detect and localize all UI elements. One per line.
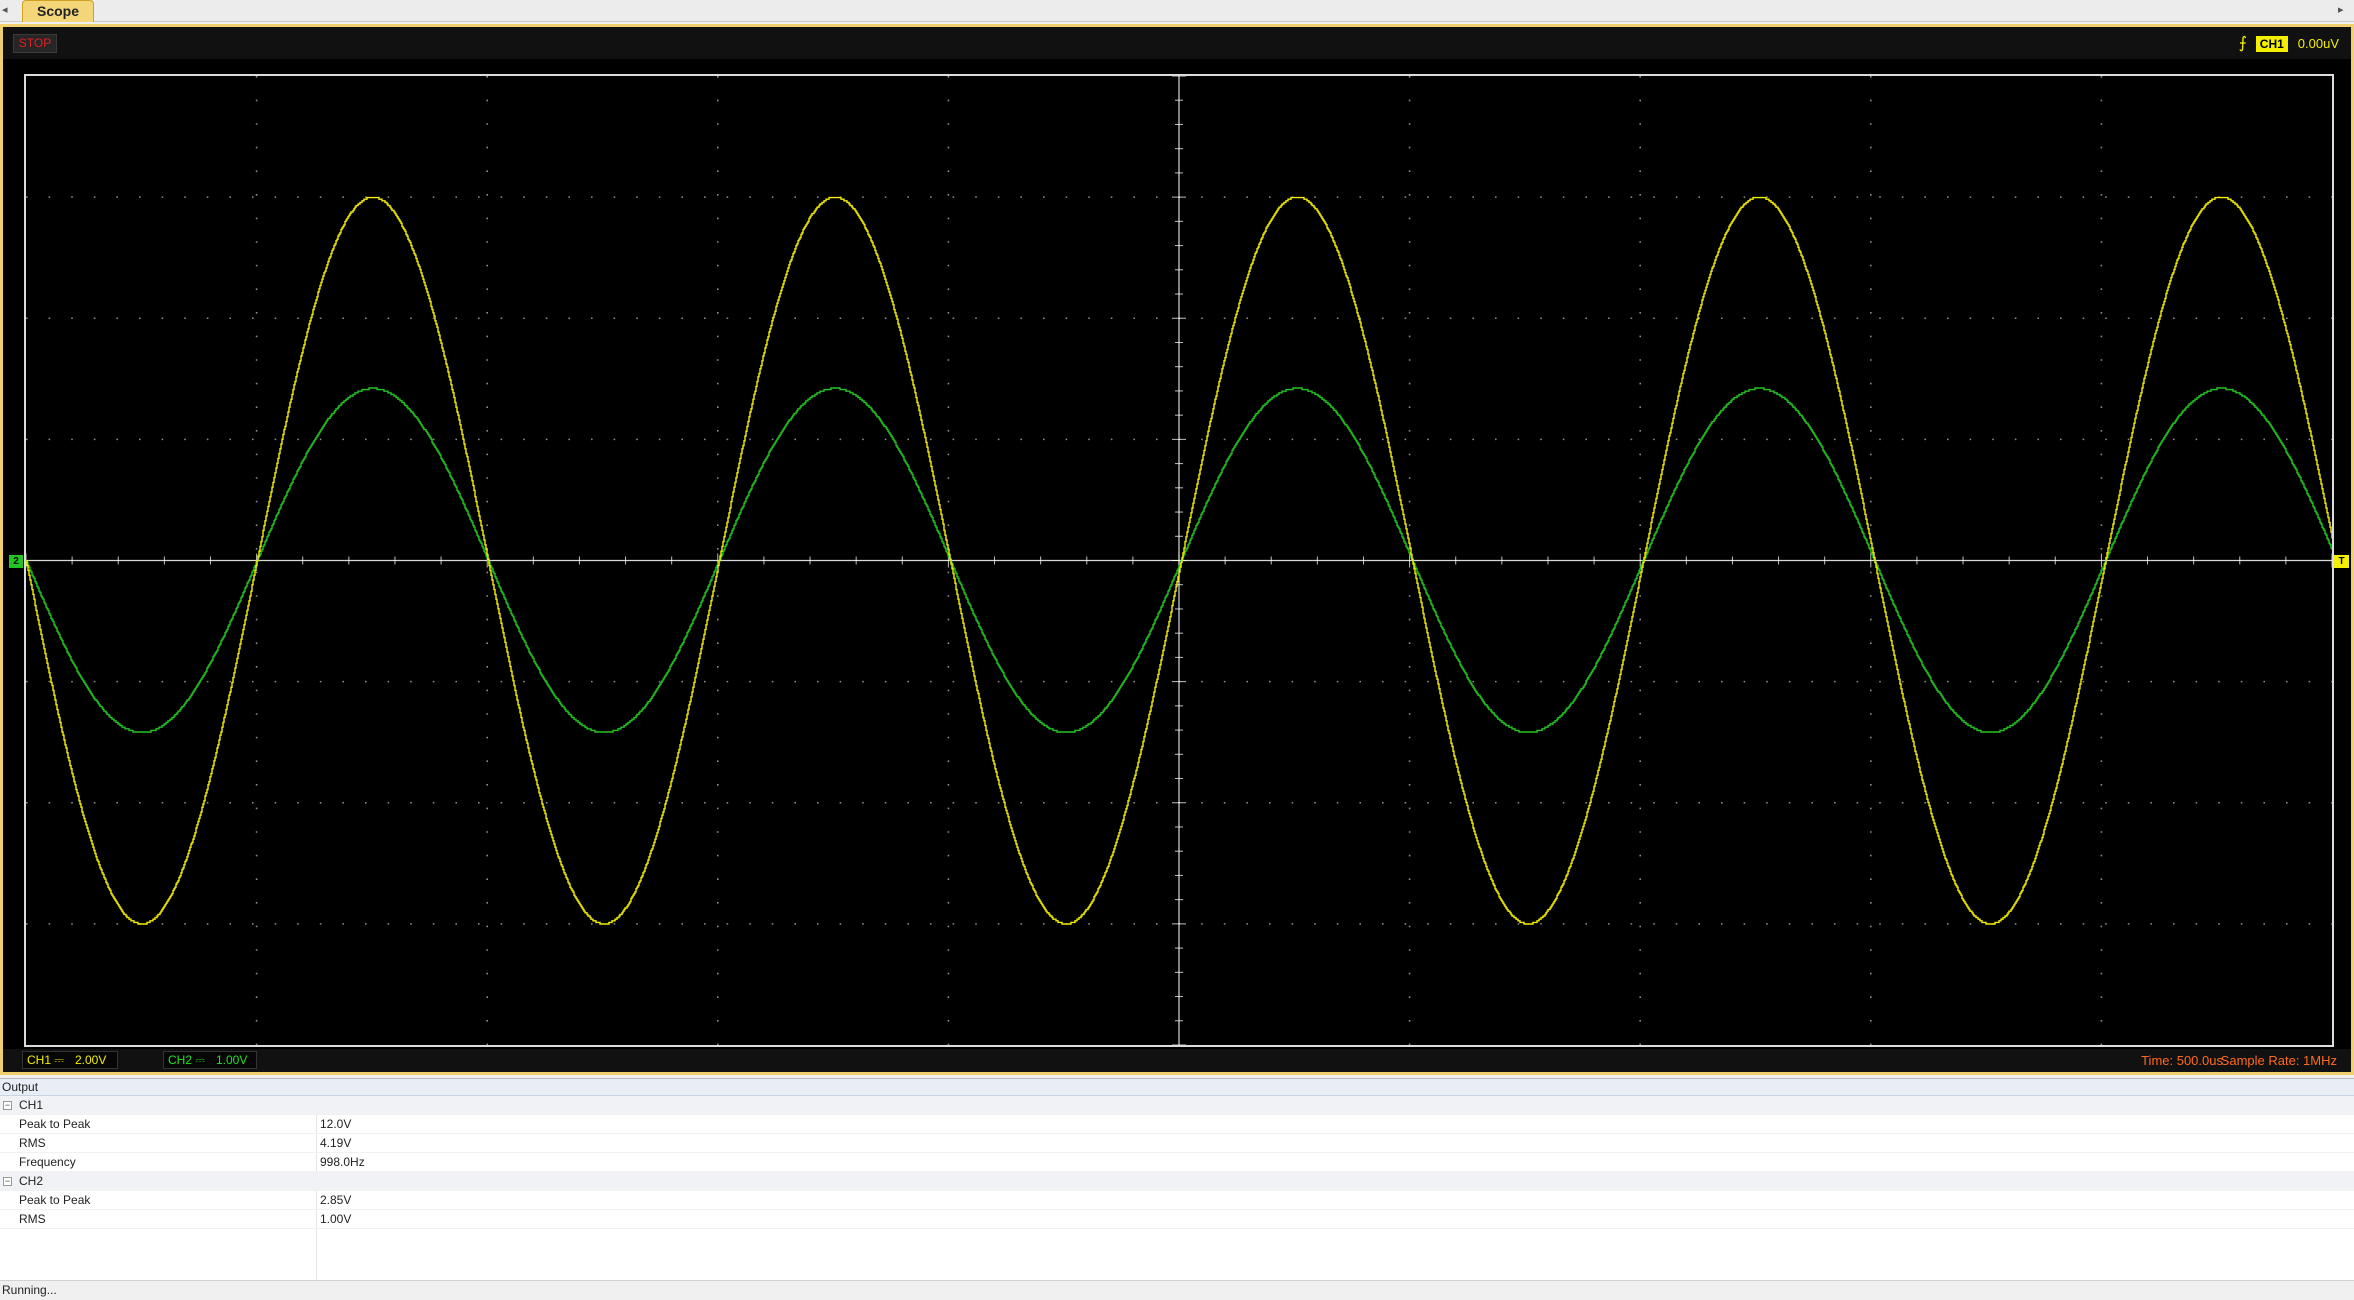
measurement-name: Peak to Peak [19,1193,91,1207]
measurement-row: Peak to Peak 12.0V [0,1115,2354,1134]
measurement-name: Peak to Peak [19,1117,91,1131]
time-base[interactable]: Time: 500.0us [2141,1053,2223,1068]
trigger-level: 0.00uV [2297,36,2339,51]
ch2-scale-chip[interactable]: CH2 ⎓ 1.00V [163,1051,257,1069]
collapse-icon[interactable]: − [3,1101,12,1110]
group-row-ch1[interactable]: − CH1 [0,1096,2354,1115]
scope-display: STOP ⨍ CH1 0.00uV 2 T CH1 ⎓ 2.00V CH2 ⎓ 1.… [0,24,2354,1075]
ch2-label: CH2 ⎓ [168,1053,205,1067]
measurement-value: 998.0Hz [320,1155,365,1169]
measurement-row: RMS 4.19V [0,1134,2354,1153]
run-stop-button[interactable]: STOP [13,34,57,53]
tab-scope[interactable]: Scope [22,0,94,22]
rising-edge-icon: ⨍ [2238,35,2247,52]
status-bar: Running... [0,1280,2354,1300]
plot-area[interactable] [24,74,2334,1047]
measurement-value: 2.85V [320,1193,352,1207]
collapse-icon[interactable]: − [3,1177,12,1186]
group-label: CH1 [19,1098,44,1112]
measurement-name: RMS [19,1136,46,1150]
ch2-offset-marker[interactable]: 2 [9,555,23,568]
group-label: CH2 [19,1174,44,1188]
scope-top-bar: STOP ⨍ CH1 0.00uV [3,27,2351,59]
scroll-left-icon[interactable]: ◂ [2,3,12,17]
ch2-scale: 1.00V [216,1053,248,1067]
waveform-plot [26,76,2332,1045]
ch1-scale-chip[interactable]: CH1 ⎓ 2.00V [22,1051,118,1069]
scroll-right-icon[interactable]: ▸ [2338,3,2348,17]
measurement-name: RMS [19,1212,46,1226]
measurement-row: Frequency 998.0Hz [0,1153,2354,1172]
measurement-value: 12.0V [320,1117,352,1131]
status-text: Running... [2,1283,57,1297]
measurement-row: Peak to Peak 2.85V [0,1191,2354,1210]
tab-strip: ◂ Scope ▸ [0,0,2354,22]
measurement-name: Frequency [19,1155,76,1169]
trigger-level-marker[interactable]: T [2334,555,2349,568]
sample-rate[interactable]: Sample Rate: 1MHz [2221,1053,2337,1068]
measurement-value: 1.00V [320,1212,352,1226]
ch1-scale: 2.00V [75,1053,107,1067]
measurement-row: RMS 1.00V [0,1210,2354,1229]
output-panel-title: Output [0,1079,2354,1096]
ch1-label: CH1 ⎓ [27,1053,64,1067]
output-panel: Output − CH1 Peak to Peak 12.0V RMS 4.19… [0,1078,2354,1281]
group-row-ch2[interactable]: − CH2 [0,1172,2354,1191]
trigger-info[interactable]: ⨍ CH1 0.00uV [2236,34,2339,53]
scope-bottom-bar: CH1 ⎓ 2.00V CH2 ⎓ 1.00V Time: 500.0us Samp… [3,1049,2351,1072]
trigger-channel-badge: CH1 [2255,35,2288,52]
measurement-value: 4.19V [320,1136,352,1150]
